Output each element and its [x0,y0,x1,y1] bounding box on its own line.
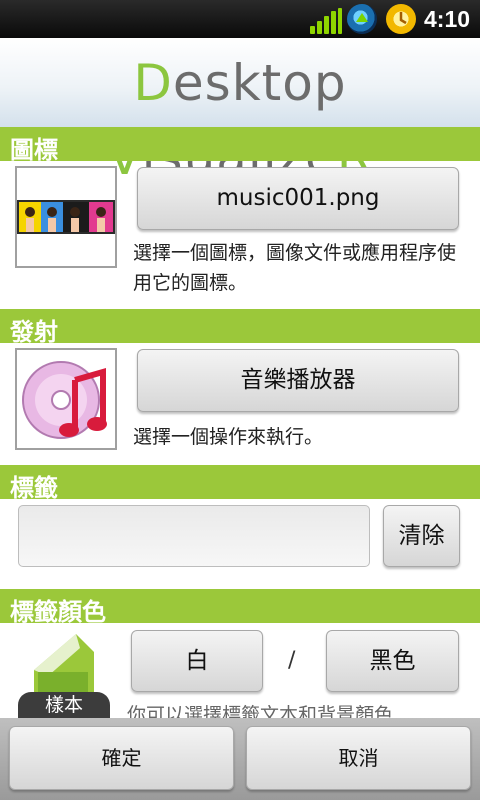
app-header: Desktop VisualizeR [0,38,480,186]
album-cover-image [17,200,115,234]
text-color-button[interactable]: 白 [131,630,263,692]
button-label: 黑色 [369,648,416,674]
button-label: 白 [185,648,209,674]
icon-preview-thumbnail[interactable] [15,166,117,268]
background-color-button[interactable]: 黑色 [326,630,459,692]
status-time: 4:10 [424,6,471,32]
app-logo: Desktop VisualizeR [108,54,372,186]
launch-action-button[interactable]: 音樂播放器 [137,349,459,412]
button-label: 確定 [101,746,142,770]
music-player-icon [22,361,107,439]
sync-icon [347,4,377,34]
status-bar: 4:10 [0,0,480,38]
button-label: 取消 [338,746,379,770]
icon-file-button[interactable]: music001.png [137,167,459,230]
ok-button[interactable]: 確定 [9,726,234,790]
color-separator: / [288,648,296,673]
icon-section-description: 選擇一個圖標，圖像文件或應用程序使用它的圖標。 [133,242,457,294]
clear-label-button[interactable]: 清除 [383,505,460,567]
section-title: 發射 [10,318,58,346]
launch-section-description: 選擇一個操作來執行。 [133,426,324,448]
section-header-label-color: 標籤顏色 [0,589,480,626]
signal-strength-icon [310,8,342,34]
button-label: 清除 [398,523,445,549]
section-header-launch: 發射 [0,309,480,346]
cancel-button[interactable]: 取消 [246,726,471,790]
section-header-label: 標籤 [0,465,480,502]
button-label: 音樂播放器 [240,367,356,393]
section-title: 標籤顏色 [10,598,106,626]
label-text-input[interactable] [18,505,370,567]
launch-action-thumbnail[interactable] [15,348,117,450]
label-sample-preview: 樣本 [18,630,110,718]
bottom-action-bar: 確定 取消 [0,718,480,800]
button-label: music001.png [216,185,380,211]
section-title: 圖標 [10,136,58,164]
section-header-icon: 圖標 [0,127,480,164]
section-title: 標籤 [10,474,58,502]
alarm-clock-icon [386,4,416,34]
sample-label-badge: 樣本 [18,692,110,718]
